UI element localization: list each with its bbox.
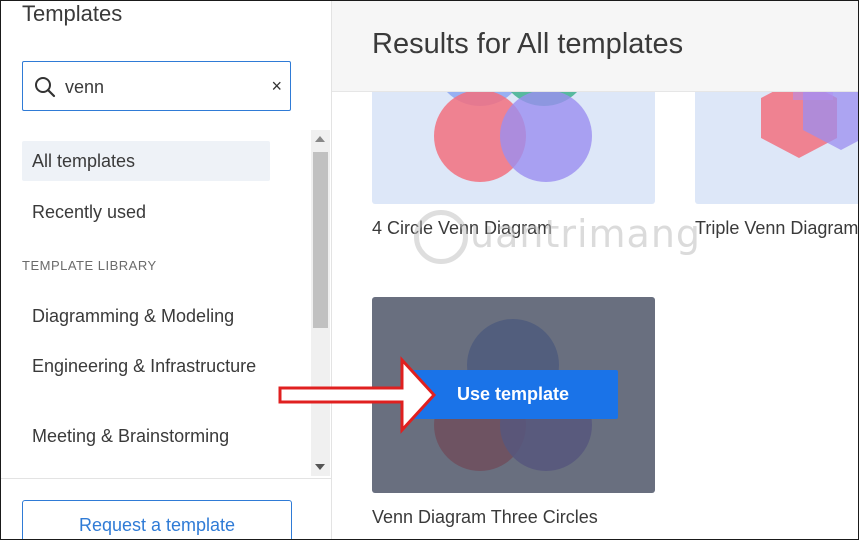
nav-item-meeting-brainstorming[interactable]: Meeting & Brainstorming [22,426,270,446]
request-template-button[interactable]: Request a template [22,500,292,540]
scroll-thumb[interactable] [313,152,328,328]
page-title: Results for All templates [372,28,684,60]
annotation-arrow-icon [278,356,437,434]
scroll-up-arrow-icon[interactable] [315,136,325,142]
sidebar: Templates × All templates Recently used … [0,0,332,540]
template-card-title: Triple Venn Diagram [695,218,859,238]
template-card-title: Venn Diagram Three Circles [372,507,598,527]
search-input[interactable] [65,74,255,100]
nav-item-diagramming-modeling[interactable]: Diagramming & Modeling [22,306,270,326]
search-icon [35,77,56,98]
sidebar-title: Templates [22,1,123,26]
watermark-logo-icon [414,210,468,264]
main-content: Results for All templates 4 Circle Venn … [332,0,859,540]
results-header: Results for All templates [332,0,859,92]
sidebar-footer: Request a template [0,478,331,540]
watermark-text: uantrimang [470,212,702,256]
clear-search-icon[interactable]: × [271,76,282,96]
nav-list: All templates Recently used TEMPLATE LIB… [0,130,310,475]
section-label-template-library: TEMPLATE LIBRARY [22,258,157,273]
nav-item-engineering-infrastructure[interactable]: Engineering & Infrastructure [22,356,270,376]
nav-item-all-templates[interactable]: All templates [22,141,270,181]
use-template-button[interactable]: Use template [408,370,618,419]
search-box[interactable]: × [22,61,291,111]
nav-item-recently-used[interactable]: Recently used [22,202,270,222]
scroll-down-arrow-icon[interactable] [315,464,325,470]
